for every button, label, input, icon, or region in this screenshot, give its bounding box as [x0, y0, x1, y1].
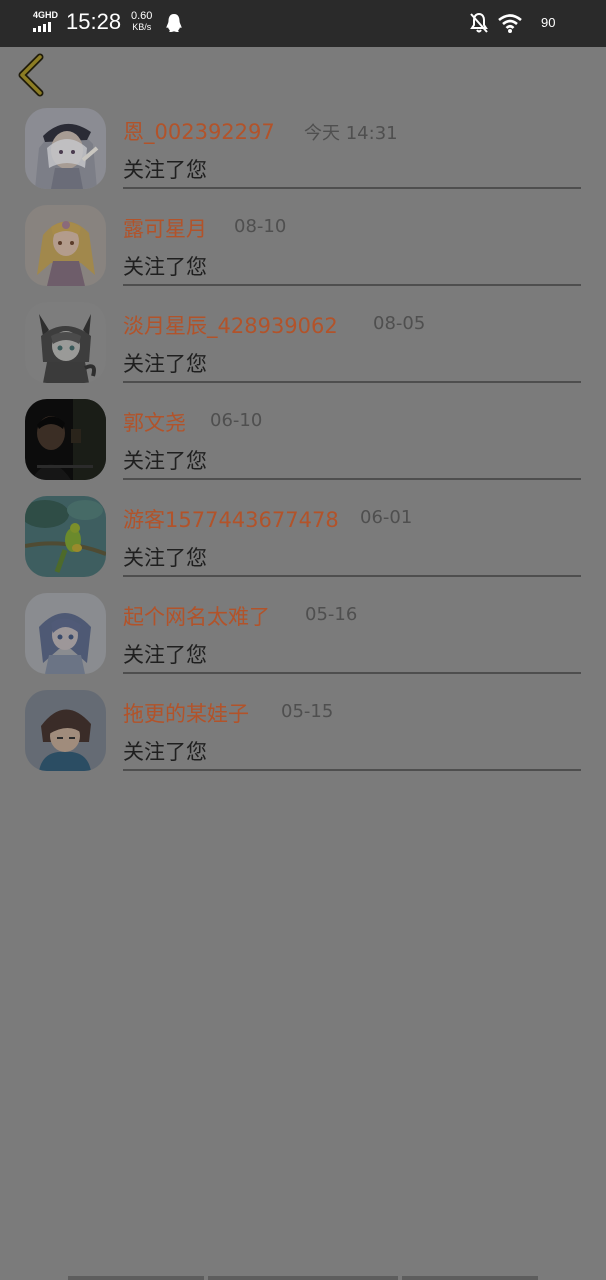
follow-time: 08-05 — [373, 313, 426, 334]
follow-time: 05-15 — [281, 701, 334, 722]
divider — [123, 672, 581, 674]
avatar[interactable] — [25, 205, 106, 286]
anime-avatar-white-hair — [25, 108, 106, 189]
signal-icon: 4GHD — [33, 10, 61, 34]
avatar[interactable] — [25, 399, 106, 480]
follower-name[interactable]: 恩_002392297 — [123, 116, 275, 146]
anime-avatar-blue-hair — [25, 593, 106, 674]
follower-list: 恩_002392297 今天 14:31 关注了您 露可星月 08-10 关注了… — [0, 106, 606, 785]
network-speed-value: 0.60 — [131, 10, 153, 22]
avatar[interactable] — [25, 690, 106, 771]
list-item[interactable]: 淡月星辰_428939062 08-05 关注了您 — [0, 300, 606, 397]
anime-avatar-blonde-girl — [25, 205, 106, 286]
status-bar: 4GHD 15:28 0.60 KB/s 90 — [0, 0, 606, 47]
bottom-bar — [68, 1276, 538, 1280]
follow-action-text: 关注了您 — [123, 449, 207, 473]
wifi-icon — [498, 14, 522, 33]
follow-time: 06-01 — [360, 507, 413, 528]
anime-avatar-cat-ears — [25, 302, 106, 383]
avatar[interactable] — [25, 593, 106, 674]
follower-name[interactable]: 露可星月 — [123, 213, 207, 243]
divider — [123, 478, 581, 480]
follow-time: 05-16 — [305, 604, 358, 625]
anime-avatar-brown-hair-boy — [25, 690, 106, 771]
list-item[interactable]: 郭文尧 06-10 关注了您 — [0, 397, 606, 494]
list-item[interactable]: 露可星月 08-10 关注了您 — [0, 203, 606, 300]
network-speed: 0.60 KB/s — [131, 11, 152, 33]
follower-name[interactable]: 淡月星辰_428939062 — [123, 310, 338, 340]
chevron-left-icon — [18, 53, 44, 97]
avatar[interactable] — [25, 302, 106, 383]
follow-action-text: 关注了您 — [123, 255, 207, 279]
divider — [123, 284, 581, 286]
follow-action-text: 关注了您 — [123, 643, 207, 667]
battery-icon: 90 — [533, 12, 563, 34]
follow-action-text: 关注了您 — [123, 546, 207, 570]
follow-time: 今天 14:31 — [304, 123, 398, 144]
follow-time: 06-10 — [210, 410, 263, 431]
follower-name[interactable]: 起个网名太难了 — [123, 601, 270, 631]
avatar[interactable] — [25, 496, 106, 577]
network-type-label: 4GHD — [33, 10, 59, 20]
follower-name[interactable]: 郭文尧 — [123, 407, 186, 437]
follower-name[interactable]: 游客1577443677478 — [123, 504, 339, 534]
battery-level: 90 — [541, 15, 556, 30]
divider — [123, 575, 581, 577]
photo-avatar-man-dark — [25, 399, 106, 480]
list-item[interactable]: 恩_002392297 今天 14:31 关注了您 — [0, 106, 606, 203]
status-time: 15:28 — [66, 9, 122, 34]
photo-avatar-parrot — [25, 496, 106, 577]
back-button[interactable] — [14, 52, 50, 98]
avatar[interactable] — [25, 108, 106, 189]
network-speed-unit: KB/s — [132, 22, 152, 32]
follower-name[interactable]: 拖更的某娃子 — [123, 698, 249, 728]
list-item[interactable]: 起个网名太难了 05-16 关注了您 — [0, 591, 606, 688]
follow-time: 08-10 — [234, 216, 287, 237]
mute-bell-icon — [470, 12, 488, 33]
list-item[interactable]: 游客1577443677478 06-01 关注了您 — [0, 494, 606, 591]
follow-action-text: 关注了您 — [123, 352, 207, 376]
qq-notification-icon — [166, 14, 182, 32]
follow-action-text: 关注了您 — [123, 158, 207, 182]
divider — [123, 187, 581, 189]
divider — [123, 381, 581, 383]
follow-action-text: 关注了您 — [123, 740, 207, 764]
divider — [123, 769, 581, 771]
list-item[interactable]: 拖更的某娃子 05-15 关注了您 — [0, 688, 606, 785]
